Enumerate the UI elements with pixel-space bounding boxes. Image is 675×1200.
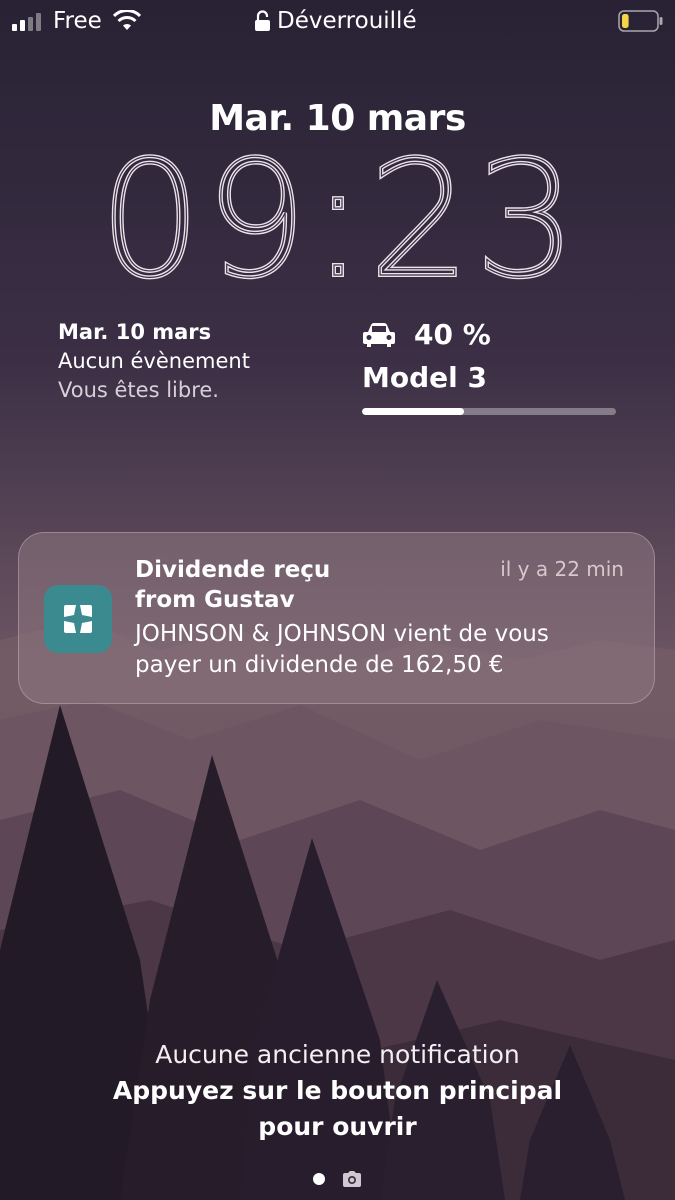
press-home-line1: Appuyez sur le bouton principal [112, 1076, 563, 1105]
charge-bar [362, 408, 616, 415]
car-charge: 40 % [414, 318, 491, 351]
notification-time: il y a 22 min [500, 557, 624, 581]
calendar-date: Mar. 10 mars [58, 320, 212, 344]
lock-label: Déverrouillé [277, 8, 417, 34]
notification-body-line1: JOHNSON & JOHNSON vient de vous [135, 621, 549, 647]
notification-title-line1: Dividende reçu [135, 557, 331, 583]
charge-bar-fill [362, 408, 464, 415]
press-home-hint: Appuyez sur le bouton principal pour ouv… [0, 1073, 675, 1145]
lock-date: Mar. 10 mars [209, 98, 466, 139]
calendar-widget[interactable]: Mar. 10 mars Aucun évènement Vous êtes l… [58, 318, 250, 405]
unlocked-lock-icon [255, 10, 270, 31]
camera-icon[interactable] [341, 1170, 363, 1188]
lock-clock: 09:23 09:23 [110, 140, 570, 300]
notification-body-line2: payer un dividende de 162,50 € [135, 652, 504, 678]
clock-inner-stroke: 09:23 [110, 140, 570, 300]
page-dot [312, 1173, 325, 1185]
gustav-logo-icon [64, 605, 92, 633]
car-widget[interactable]: 40 % Model 3 [362, 318, 622, 415]
wifi-icon [113, 10, 141, 30]
lock-status: Déverrouillé [254, 8, 417, 34]
calendar-event: Aucun évènement [58, 349, 250, 373]
press-home-line2: pour ouvrir [258, 1112, 417, 1141]
car-icon [363, 322, 395, 347]
car-model: Model 3 [362, 361, 487, 394]
lock-footer: Aucune ancienne notification Appuyez sur… [0, 1040, 675, 1145]
calendar-subtext: Vous êtes libre. [58, 378, 219, 402]
no-older-notifications: Aucune ancienne notification [155, 1040, 520, 1069]
notification-title-line2: from Gustav [135, 587, 295, 613]
battery-icon [618, 10, 663, 32]
gustav-app-icon [44, 585, 112, 653]
notification-body: JOHNSON & JOHNSON vient de vous payer un… [135, 619, 615, 681]
status-bar: Free Déverrouillé [0, 0, 675, 44]
cellular-signal-icon [12, 13, 41, 31]
carrier-name: Free [53, 8, 102, 34]
notification-card[interactable]: Dividende reçu from Gustav il y a 22 min… [18, 532, 655, 704]
page-indicator [0, 1170, 675, 1188]
notification-title: Dividende reçu from Gustav [135, 555, 495, 615]
